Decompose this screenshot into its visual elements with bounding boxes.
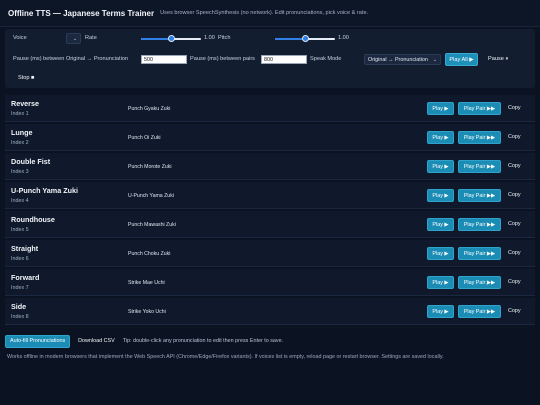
list-item: Double Fist Index 3 Punch Morote Zuki Pl… bbox=[5, 153, 535, 180]
rate-slider-thumb[interactable] bbox=[167, 35, 175, 42]
play-pair-button[interactable]: Play Pair ▶▶ bbox=[458, 305, 501, 318]
stop-button[interactable]: Stop ■ bbox=[18, 75, 34, 81]
copy-button[interactable]: Copy bbox=[508, 221, 521, 227]
play-button[interactable]: Play ▶ bbox=[427, 247, 454, 260]
copy-button[interactable]: Copy bbox=[508, 308, 521, 314]
list-item: Reverse Index 1 Punch Gyaku Zuki Play ▶ … bbox=[5, 95, 535, 122]
list-item: Straight Index 6 Punch Choku Zuki Play ▶… bbox=[5, 240, 535, 267]
play-button[interactable]: Play ▶ bbox=[427, 276, 454, 289]
pitch-slider[interactable] bbox=[275, 35, 335, 43]
play-pair-button[interactable]: Play Pair ▶▶ bbox=[458, 218, 501, 231]
play-button[interactable]: Play ▶ bbox=[427, 305, 454, 318]
copy-button[interactable]: Copy bbox=[508, 250, 521, 256]
speak-mode-select[interactable]: Original → Pronunciation ⌄ bbox=[364, 54, 441, 65]
copy-button[interactable]: Copy bbox=[508, 279, 521, 285]
rate-slider[interactable] bbox=[141, 35, 201, 43]
term-index: Index 6 bbox=[11, 256, 29, 262]
autofill-button[interactable]: Auto-fill Pronunciations bbox=[5, 334, 71, 348]
speak-mode-value: Original → Pronunciation bbox=[368, 56, 428, 63]
term-name: Lunge bbox=[11, 128, 33, 137]
list-item: Lunge Index 2 Punch Oi Zuki Play ▶ Play … bbox=[5, 124, 535, 151]
tip-text: Tip: double-click any pronunciation to e… bbox=[122, 338, 284, 344]
term-index: Index 3 bbox=[11, 169, 29, 175]
term-name: Side bbox=[11, 302, 27, 311]
controls-panel: Voice ⌄ Rate 1.00 Pitch 1.00 Pause (ms) … bbox=[5, 29, 535, 88]
rate-value: 1.00 bbox=[204, 35, 215, 41]
term-index: Index 7 bbox=[11, 285, 29, 291]
list-item: Roundhouse Index 5 Punch Mawashi Zuki Pl… bbox=[5, 211, 535, 238]
play-button[interactable]: Play ▶ bbox=[427, 102, 454, 115]
pitch-label: Pitch bbox=[218, 35, 231, 41]
term-pronunciation[interactable]: Punch Morote Zuki bbox=[128, 164, 172, 170]
term-index: Index 4 bbox=[11, 198, 29, 204]
play-pair-button[interactable]: Play Pair ▶▶ bbox=[458, 160, 501, 173]
pause-between-label: Pause (ms) between Original → Pronunciat… bbox=[13, 56, 129, 62]
term-pronunciation[interactable]: Punch Oi Zuki bbox=[128, 135, 161, 141]
play-button[interactable]: Play ▶ bbox=[427, 218, 454, 231]
term-pronunciation[interactable]: Punch Gyaku Zuki bbox=[128, 106, 170, 112]
play-button[interactable]: Play ▶ bbox=[427, 189, 454, 202]
pitch-value: 1.00 bbox=[338, 35, 349, 41]
rate-label: Rate bbox=[85, 35, 97, 41]
app-title: Offline TTS — Japanese Terms Trainer bbox=[8, 8, 155, 18]
list-item: Forward Index 7 Strike Mae Uchi Play ▶ P… bbox=[5, 269, 535, 296]
play-button[interactable]: Play ▶ bbox=[427, 160, 454, 173]
voice-select[interactable]: ⌄ bbox=[66, 33, 81, 44]
play-pair-button[interactable]: Play Pair ▶▶ bbox=[458, 131, 501, 144]
term-index: Index 8 bbox=[11, 314, 29, 320]
copy-button[interactable]: Copy bbox=[508, 105, 521, 111]
speak-mode-label: Speak Mode bbox=[310, 56, 342, 62]
app-header: Offline TTS — Japanese Terms Trainer Use… bbox=[0, 0, 540, 27]
play-pair-button[interactable]: Play Pair ▶▶ bbox=[458, 247, 501, 260]
play-pair-button[interactable]: Play Pair ▶▶ bbox=[458, 276, 501, 289]
download-csv-button[interactable]: Download CSV bbox=[78, 338, 115, 344]
rate-slider-fill bbox=[141, 38, 171, 40]
term-name: Forward bbox=[11, 273, 40, 282]
copy-button[interactable]: Copy bbox=[508, 134, 521, 140]
term-pronunciation[interactable]: Strike Mae Uchi bbox=[128, 280, 165, 286]
term-name: Double Fist bbox=[11, 157, 51, 166]
term-name: Straight bbox=[11, 244, 39, 253]
term-pronunciation[interactable]: Punch Choku Zuki bbox=[128, 251, 170, 257]
term-index: Index 5 bbox=[11, 227, 29, 233]
term-name: Reverse bbox=[11, 99, 39, 108]
copy-button[interactable]: Copy bbox=[508, 163, 521, 169]
pause-pairs-label: Pause (ms) between pairs bbox=[190, 56, 255, 62]
term-index: Index 2 bbox=[11, 140, 29, 146]
pause-button[interactable]: Pause ⏸ bbox=[488, 56, 508, 63]
play-pair-button[interactable]: Play Pair ▶▶ bbox=[458, 102, 501, 115]
term-index: Index 1 bbox=[11, 111, 29, 117]
app-subtitle: Uses browser SpeechSynthesis (no network… bbox=[160, 10, 369, 16]
play-all-button[interactable]: Play All ▶ bbox=[445, 53, 478, 66]
pitch-slider-thumb[interactable] bbox=[301, 35, 309, 42]
pause-pairs-input[interactable]: 800 bbox=[261, 55, 307, 64]
term-pronunciation[interactable]: Punch Mawashi Zuki bbox=[128, 222, 176, 228]
footer-note: Works offline in modern browsers that im… bbox=[7, 354, 444, 360]
voice-label: Voice bbox=[13, 35, 27, 41]
play-button[interactable]: Play ▶ bbox=[427, 131, 454, 144]
term-name: U-Punch Yama Zuki bbox=[11, 186, 78, 195]
list-item: U-Punch Yama Zuki Index 4 U-Punch Yama Z… bbox=[5, 182, 535, 209]
copy-button[interactable]: Copy bbox=[508, 192, 521, 198]
term-pronunciation[interactable]: Strike Yoko Uchi bbox=[128, 309, 166, 315]
term-pronunciation[interactable]: U-Punch Yama Zuki bbox=[128, 193, 174, 199]
term-name: Roundhouse bbox=[11, 215, 55, 224]
play-pair-button[interactable]: Play Pair ▶▶ bbox=[458, 189, 501, 202]
pause-between-input[interactable]: 500 bbox=[141, 55, 187, 64]
pitch-slider-fill bbox=[275, 38, 305, 40]
chevron-down-icon: ⌄ bbox=[432, 56, 437, 63]
list-item: Side Index 8 Strike Yoko Uchi Play ▶ Pla… bbox=[5, 298, 535, 325]
chevron-down-icon: ⌄ bbox=[73, 35, 78, 42]
footer-actions: Auto-fill Pronunciations Download CSV Ti… bbox=[5, 334, 535, 348]
